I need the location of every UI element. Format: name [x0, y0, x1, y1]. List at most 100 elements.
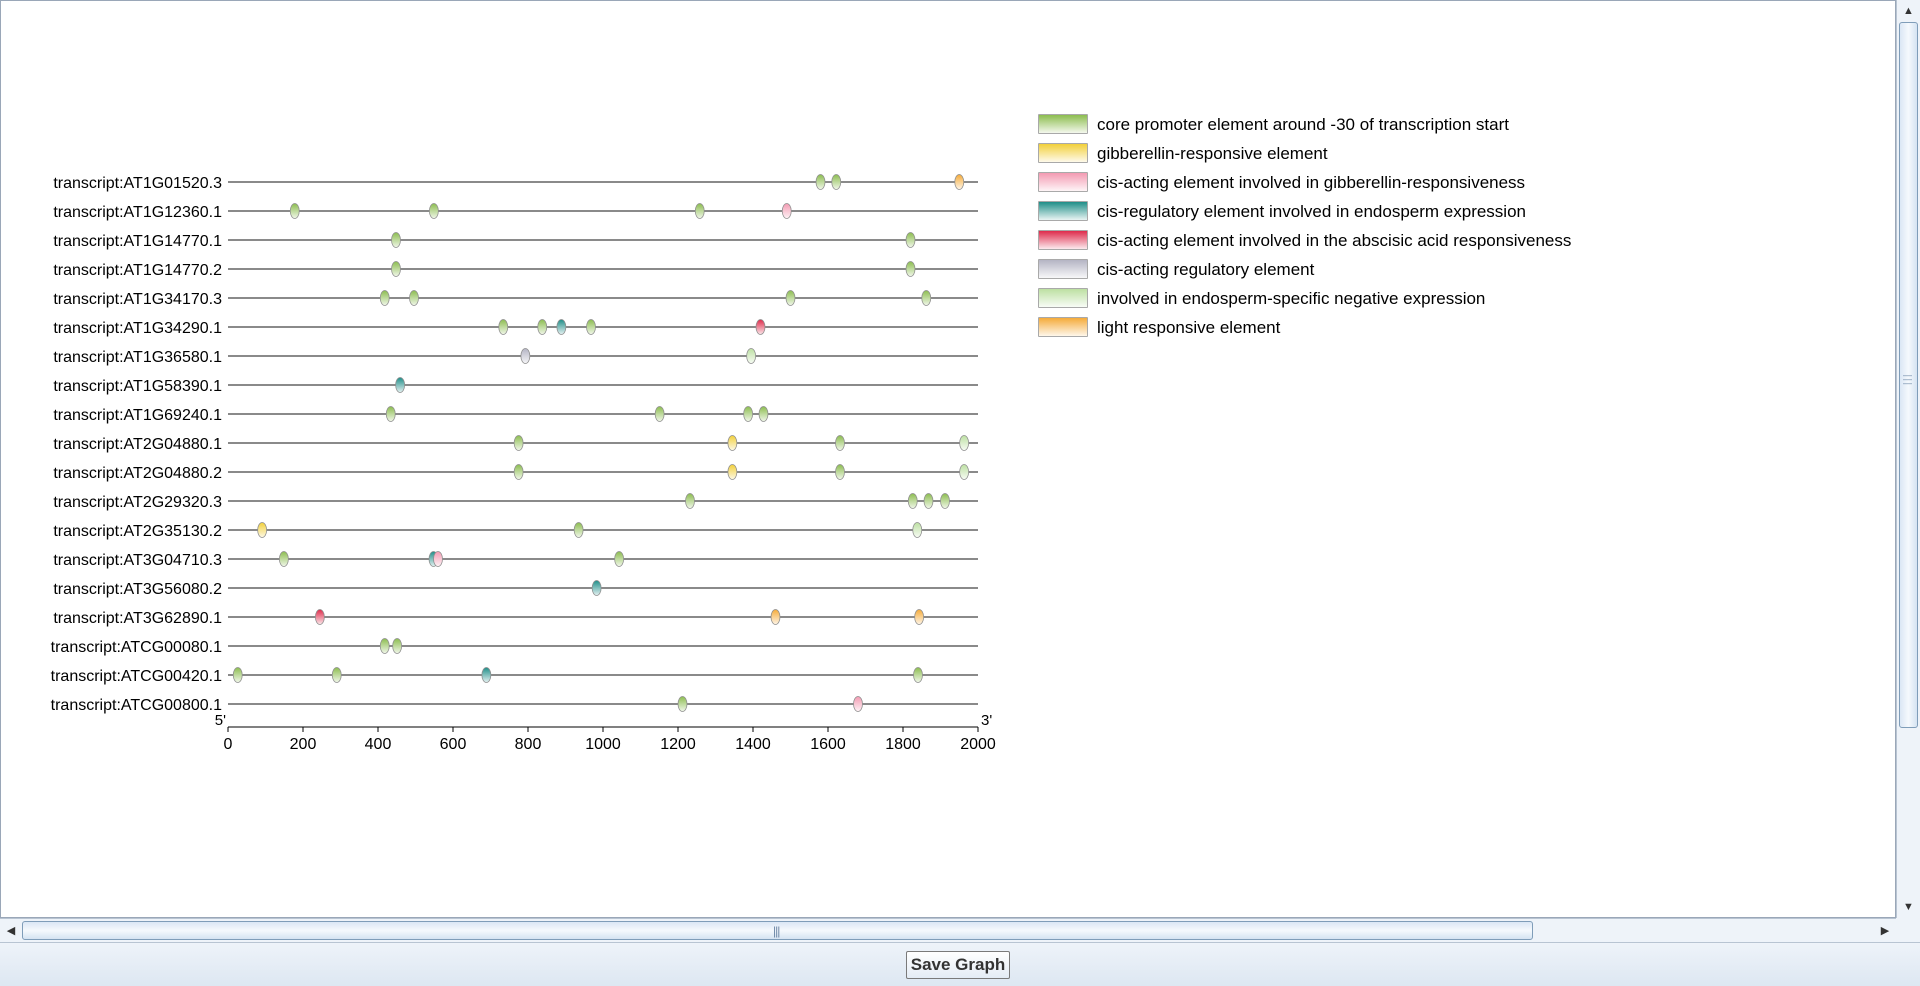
promoter-element-marker — [758, 406, 769, 422]
legend-swatch — [1038, 259, 1088, 279]
promoter-element-marker — [743, 406, 754, 422]
transcript-row: transcript:AT1G34290.1 — [53, 319, 978, 337]
legend-label: cis-acting element involved in gibberell… — [1097, 173, 1526, 192]
promoter-element-marker — [677, 696, 688, 712]
transcript-label: transcript:AT1G34170.3 — [53, 291, 222, 308]
legend-label: cis-acting element involved in the absci… — [1097, 231, 1572, 250]
promoter-element-marker — [913, 667, 923, 683]
save-graph-button[interactable]: Save Graph — [906, 951, 1010, 979]
transcript-label: transcript:AT1G12360.1 — [53, 204, 222, 221]
promoter-element-marker — [278, 551, 289, 567]
transcript-row: transcript:AT1G58390.1 — [53, 377, 978, 395]
x-tick-label: 2000 — [960, 736, 996, 753]
legend-swatch — [1038, 201, 1088, 221]
x-tick-label: 800 — [515, 736, 542, 753]
transcript-row: transcript:AT1G69240.1 — [53, 406, 978, 424]
transcript-row: transcript:AT1G14770.1 — [53, 232, 978, 250]
scroll-up-arrow-icon[interactable]: ▲ — [1897, 0, 1920, 22]
transcript-row: transcript:AT1G14770.2 — [53, 261, 978, 279]
promoter-element-marker — [392, 638, 403, 654]
transcript-row: transcript:AT1G01520.3 — [53, 174, 978, 192]
transcript-row: transcript:AT1G36580.1 — [53, 348, 978, 366]
promoter-element-marker — [257, 522, 268, 538]
x-tick-label: 200 — [290, 736, 317, 753]
promoter-element-marker — [685, 493, 695, 509]
promoter-element-marker — [785, 290, 796, 306]
transcript-row: transcript:AT2G29320.3 — [53, 493, 978, 511]
transcript-row: transcript:AT1G34170.3 — [53, 290, 978, 308]
scroll-left-arrow-icon[interactable]: ◀ — [0, 919, 22, 942]
legend-label: cis-acting regulatory element — [1097, 260, 1315, 279]
promoter-element-marker — [289, 203, 300, 219]
vertical-scroll-thumb[interactable]: — — — — [1899, 22, 1918, 728]
transcript-label: transcript:AT1G36580.1 — [53, 349, 222, 366]
vertical-scrollbar[interactable]: ▲ — — — ▼ — [1896, 0, 1920, 918]
promoter-element-marker — [314, 609, 325, 625]
promoter-element-marker — [959, 435, 970, 451]
scroll-down-arrow-icon[interactable]: ▼ — [1897, 896, 1920, 918]
legend-swatch — [1038, 114, 1088, 134]
horizontal-scroll-thumb[interactable]: ||| — [22, 921, 1533, 940]
legend-swatch — [1038, 143, 1088, 163]
promoter-element-plot: transcript:AT1G01520.3 transcript:AT1G123… — [51, 174, 996, 753]
legend-label: light responsive element — [1097, 318, 1281, 337]
transcript-row: transcript:AT3G56080.2 — [53, 580, 978, 598]
x-tick-label: 1200 — [660, 736, 696, 753]
transcript-label: transcript:ATCG00080.1 — [51, 639, 222, 656]
promoter-element-marker — [513, 435, 524, 451]
legend-swatch — [1038, 230, 1088, 250]
x-tick-label: 1800 — [885, 736, 921, 753]
horizontal-scrollbar[interactable]: ◀ ||| ▶ — [0, 918, 1896, 942]
legend-label: core promoter element around -30 of tran… — [1097, 115, 1509, 134]
promoter-element-marker — [921, 290, 932, 306]
transcript-row: transcript:AT2G04880.1 — [53, 435, 978, 453]
transcript-label: transcript:AT3G04710.3 — [53, 552, 222, 569]
transcript-row: transcript:AT3G04710.3 — [53, 551, 978, 569]
promoter-element-marker — [907, 493, 918, 509]
promoter-element-marker — [781, 203, 792, 219]
bottom-toolbar: Save Graph — [0, 942, 1920, 986]
x-tick-label: 1000 — [585, 736, 621, 753]
promoter-element-marker — [537, 319, 548, 335]
promoter-element-marker — [727, 435, 738, 451]
promoter-element-marker — [409, 290, 419, 306]
transcript-label: transcript:ATCG00800.1 — [51, 697, 222, 714]
x-tick-label: 1600 — [810, 736, 846, 753]
x-tick-label: 400 — [365, 736, 392, 753]
promoter-element-marker — [395, 377, 406, 393]
legend-swatch — [1038, 288, 1088, 308]
transcript-row: transcript:ATCG00420.1 — [51, 667, 978, 685]
transcript-row: transcript:ATCG00080.1 — [51, 638, 978, 656]
grip-icon: — — — — [1903, 370, 1912, 388]
scroll-right-arrow-icon[interactable]: ▶ — [1874, 919, 1896, 942]
transcript-label: transcript:AT2G04880.2 — [53, 465, 222, 482]
promoter-element-marker — [905, 261, 916, 277]
promoter-element-marker — [379, 638, 390, 654]
promoter-element-marker — [385, 406, 396, 422]
three-prime-label: 3' — [981, 712, 992, 729]
transcript-row: transcript:ATCG00800.1 — [51, 696, 978, 714]
legend-label: involved in endosperm-specific negative … — [1097, 289, 1486, 308]
promoter-element-marker — [954, 174, 965, 190]
promoter-element-marker — [614, 551, 625, 567]
promoter-element-marker — [914, 609, 925, 625]
promoter-element-marker — [433, 551, 443, 567]
transcript-label: transcript:AT1G14770.2 — [53, 262, 222, 279]
graph-canvas: transcript:AT1G01520.3 transcript:AT1G123… — [0, 0, 1896, 918]
transcript-label: transcript:AT3G56080.2 — [53, 581, 222, 598]
legend-swatch — [1038, 317, 1088, 337]
promoter-element-marker — [391, 261, 401, 277]
promoter-element-marker — [379, 290, 390, 306]
promoter-element-marker — [923, 493, 934, 509]
transcript-label: transcript:AT1G69240.1 — [53, 407, 222, 424]
legend-label: gibberellin-responsive element — [1097, 144, 1328, 163]
transcript-label: transcript:AT2G35130.2 — [53, 523, 222, 540]
promoter-element-marker — [905, 232, 916, 248]
promoter-element-marker — [770, 609, 781, 625]
promoter-element-marker — [755, 319, 766, 335]
transcript-label: transcript:AT1G14770.1 — [53, 233, 222, 250]
promoter-element-marker — [835, 435, 845, 451]
promoter-element-marker — [940, 493, 950, 509]
promoter-element-marker — [746, 348, 757, 364]
promoter-element-marker — [727, 464, 738, 480]
